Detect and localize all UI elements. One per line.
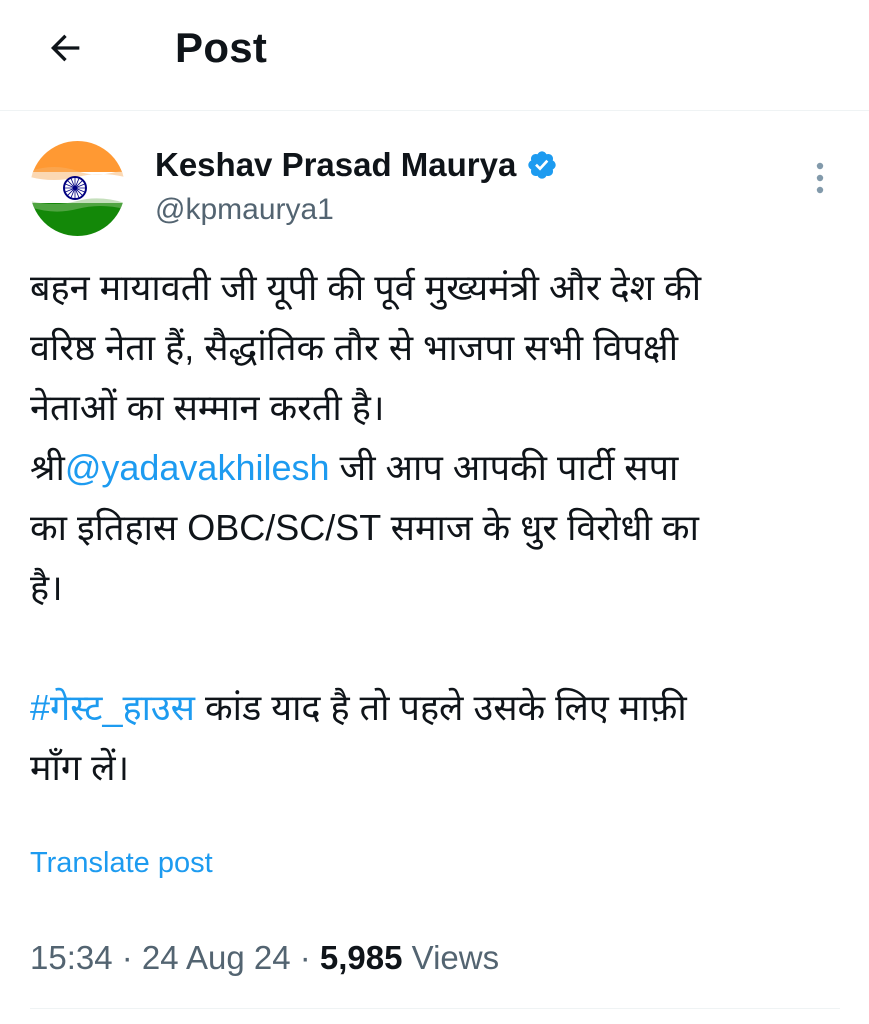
divider bbox=[30, 1008, 840, 1009]
post-time[interactable]: 15:34 bbox=[30, 939, 113, 976]
more-options-button[interactable] bbox=[800, 158, 840, 198]
tweet-line: नेताओं का सम्मान करती है। bbox=[30, 387, 385, 428]
post-meta: 15:34 · 24 Aug 24 · 5,985 Views bbox=[30, 933, 499, 983]
tweet-line-suffix: कांड याद है तो पहले उसके लिए माफ़ी bbox=[194, 687, 687, 728]
india-flag-avatar bbox=[30, 141, 125, 236]
tweet-line: वरिष्ठ नेता हैं, सैद्धांतिक तौर से भाजपा… bbox=[30, 327, 679, 368]
tweet-text: बहन मायावती जी यूपी की पूर्व मुख्यमंत्री… bbox=[30, 258, 840, 798]
page-title: Post bbox=[175, 24, 268, 71]
top-bar: Post bbox=[0, 0, 869, 111]
verified-badge-icon[interactable] bbox=[526, 149, 558, 181]
author-handle[interactable]: @kpmaurya1 bbox=[155, 190, 334, 230]
meta-separator: · bbox=[112, 939, 142, 976]
translate-post-link[interactable]: Translate post bbox=[30, 841, 213, 885]
tweet-line: का इतिहास OBC/SC/ST समाज के धुर विरोधी क… bbox=[30, 507, 699, 548]
views-label[interactable]: Views bbox=[403, 939, 499, 976]
tweet-line: है। bbox=[30, 567, 63, 608]
back-button[interactable] bbox=[40, 22, 92, 74]
tweet-line: माँग लें। bbox=[30, 747, 130, 788]
tweet-line: बहन मायावती जी यूपी की पूर्व मुख्यमंत्री… bbox=[30, 267, 702, 308]
meta-separator: · bbox=[290, 939, 320, 976]
mention-link[interactable]: @yadavakhilesh bbox=[65, 447, 330, 488]
views-count[interactable]: 5,985 bbox=[320, 939, 403, 976]
arrow-left-icon bbox=[51, 34, 80, 62]
tweet-line-suffix: जी आप आपकी पार्टी सपा bbox=[329, 447, 679, 488]
more-vertical-icon bbox=[816, 162, 824, 194]
hashtag-link[interactable]: #गेस्ट_हाउस bbox=[30, 687, 195, 728]
avatar[interactable] bbox=[30, 141, 125, 236]
post-date[interactable]: 24 Aug 24 bbox=[142, 939, 291, 976]
author-name[interactable]: Keshav Prasad Maurya bbox=[155, 143, 516, 187]
author-name-row: Keshav Prasad Maurya bbox=[155, 143, 558, 187]
tweet-line-prefix: श्री bbox=[30, 447, 65, 488]
